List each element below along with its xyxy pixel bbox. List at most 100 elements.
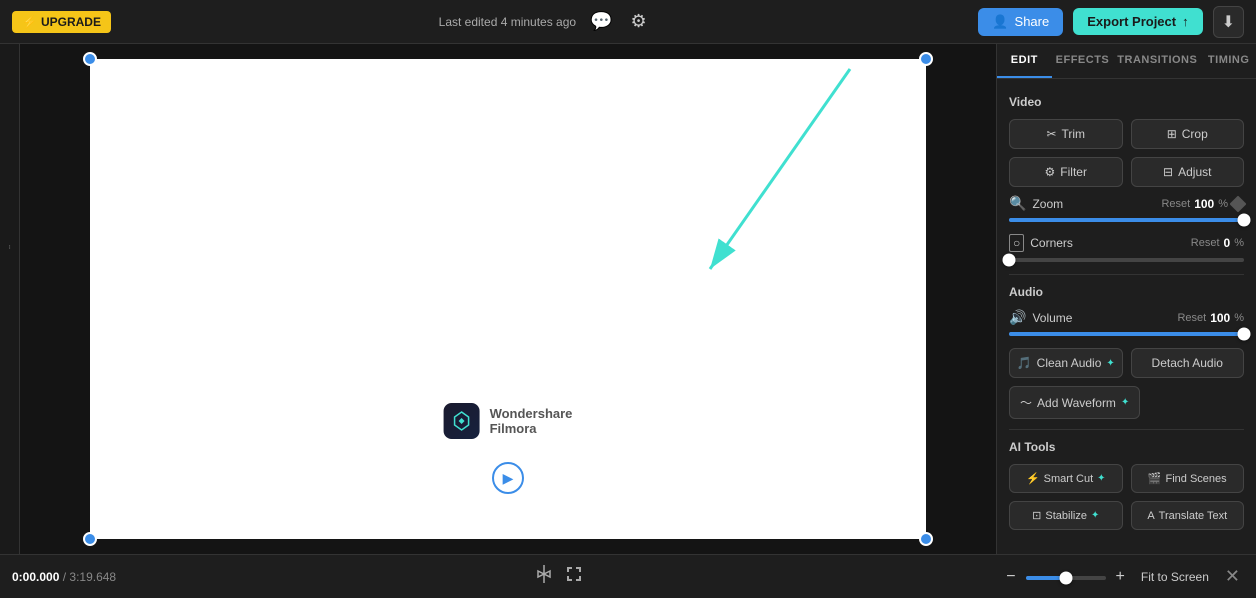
- upgrade-button[interactable]: ⚡ UPGRADE: [12, 11, 111, 33]
- video-section-label: Video: [1009, 95, 1244, 109]
- zoom-reset-link[interactable]: Reset: [1161, 198, 1190, 210]
- volume-track-fill: [1009, 332, 1244, 336]
- time-total: 3:19.648: [69, 570, 116, 584]
- fit-playback-btn[interactable]: [559, 559, 589, 594]
- share-button[interactable]: 👤 Share: [978, 8, 1063, 36]
- find-scenes-button[interactable]: 🎬 Find Scenes: [1131, 464, 1245, 493]
- add-waveform-row: 〜 Add Waveform ✦: [1009, 386, 1244, 419]
- corners-icon: ○: [1009, 234, 1024, 252]
- share-icon: 👤: [992, 14, 1008, 30]
- translate-text-label: Translate Text: [1159, 510, 1227, 522]
- zoom-label: Zoom: [1032, 197, 1063, 211]
- ai-tools-section-label: AI Tools: [1009, 440, 1244, 454]
- audio-special-row: 🎵 Clean Audio ✦ Detach Audio: [1009, 348, 1244, 378]
- ai-tools-row-1: ⚡ Smart Cut ✦ 🎬 Find Scenes: [1009, 464, 1244, 493]
- handle-bottom-left[interactable]: [83, 532, 97, 546]
- smart-cut-label: Smart Cut: [1044, 473, 1094, 485]
- corners-value: 0: [1224, 236, 1231, 250]
- zoom-slider-container: [1026, 574, 1106, 580]
- zoom-unit: %: [1218, 198, 1228, 210]
- add-waveform-button[interactable]: 〜 Add Waveform ✦: [1009, 386, 1140, 419]
- divider-2: [1009, 429, 1244, 430]
- tab-transitions[interactable]: TRANSITIONS: [1113, 44, 1201, 78]
- corners-reset-link[interactable]: Reset: [1191, 237, 1220, 249]
- trim-button[interactable]: ✂ Trim: [1009, 119, 1123, 149]
- zoom-header: 🔍 Zoom Reset 100 %: [1009, 195, 1244, 212]
- download-button[interactable]: ⬇: [1213, 6, 1244, 38]
- clean-audio-button[interactable]: 🎵 Clean Audio ✦: [1009, 348, 1123, 378]
- clean-audio-sparkle: ✦: [1106, 358, 1114, 369]
- zoom-keyframe-btn[interactable]: [1230, 195, 1247, 212]
- corners-header: ○ Corners Reset 0 %: [1009, 234, 1244, 252]
- corners-control: ○ Corners Reset 0 %: [1009, 234, 1244, 262]
- smart-cut-icon: ⚡: [1026, 472, 1040, 485]
- video-btn-row-2: ⚙ Filter ⊟ Adjust: [1009, 157, 1244, 187]
- corners-unit: %: [1234, 237, 1244, 249]
- zoom-thumb[interactable]: [1238, 214, 1251, 227]
- zoom-track[interactable]: [1009, 218, 1244, 222]
- volume-track[interactable]: [1009, 332, 1244, 336]
- chat-button[interactable]: 💬: [586, 7, 616, 36]
- tab-timing[interactable]: TIMING: [1201, 44, 1256, 78]
- volume-header: 🔊 Volume Reset 100 %: [1009, 309, 1244, 326]
- stabilize-button[interactable]: ⊡ Stabilize ✦: [1009, 501, 1123, 530]
- zoom-control: 🔍 Zoom Reset 100 %: [1009, 195, 1244, 222]
- volume-value: 100: [1210, 311, 1230, 325]
- detach-audio-label: Detach Audio: [1152, 356, 1223, 370]
- waveform-icon: 〜: [1020, 394, 1032, 411]
- adjust-icon: ⊟: [1163, 165, 1173, 179]
- fit-to-screen-button[interactable]: Fit to Screen: [1135, 566, 1215, 588]
- stabilize-label: Stabilize: [1045, 510, 1087, 522]
- timeline-zoom-thumb[interactable]: [1059, 571, 1072, 584]
- corners-right: Reset 0 %: [1191, 236, 1244, 250]
- find-scenes-icon: 🎬: [1148, 472, 1162, 485]
- panel-content: Video ✂ Trim ⊞ Crop ⚙ Filter ⊟ Adju: [997, 79, 1256, 550]
- upgrade-label: UPGRADE: [41, 15, 101, 29]
- corners-label-group: ○ Corners: [1009, 234, 1073, 252]
- play-overlay: ▶: [492, 462, 524, 494]
- corners-track[interactable]: [1009, 258, 1244, 262]
- settings-button[interactable]: ⚙: [627, 7, 651, 36]
- upgrade-icon: ⚡: [22, 15, 37, 29]
- last-edited-text: Last edited 4 minutes ago: [439, 15, 576, 29]
- video-btn-row-1: ✂ Trim ⊞ Crop: [1009, 119, 1244, 149]
- handle-top-left[interactable]: [83, 52, 97, 66]
- split-at-playhead-btn[interactable]: [529, 559, 559, 594]
- bottom-bar: 0:00.000 / 3:19.648 − + Fit to Screen ✕: [0, 554, 1256, 598]
- stabilize-sparkle: ✦: [1091, 510, 1099, 521]
- export-label: Export Project: [1087, 14, 1176, 29]
- play-button-overlay[interactable]: ▶: [492, 462, 524, 494]
- export-button[interactable]: Export Project ↑: [1073, 8, 1202, 35]
- divider-1: [1009, 274, 1244, 275]
- trim-label: Trim: [1062, 127, 1086, 141]
- tab-effects[interactable]: EFFECTS: [1052, 44, 1114, 78]
- adjust-button[interactable]: ⊟ Adjust: [1131, 157, 1245, 187]
- volume-reset-link[interactable]: Reset: [1177, 312, 1206, 324]
- zoom-in-btn[interactable]: +: [1112, 564, 1129, 590]
- tab-edit[interactable]: EDIT: [997, 44, 1052, 78]
- filmora-text: Wondershare Filmora: [490, 406, 573, 436]
- corners-label: Corners: [1030, 236, 1073, 250]
- zoom-label-group: 🔍 Zoom: [1009, 195, 1063, 212]
- zoom-value: 100: [1194, 197, 1214, 211]
- translate-text-button[interactable]: A Translate Text: [1131, 501, 1245, 530]
- filter-button[interactable]: ⚙ Filter: [1009, 157, 1123, 187]
- handle-top-right[interactable]: [919, 52, 933, 66]
- corners-thumb[interactable]: [1003, 254, 1016, 267]
- add-waveform-label: Add Waveform: [1037, 396, 1116, 410]
- filmora-watermark: Wondershare Filmora: [444, 403, 573, 439]
- export-icon: ↑: [1182, 14, 1189, 29]
- volume-control: 🔊 Volume Reset 100 %: [1009, 309, 1244, 336]
- handle-bottom-right[interactable]: [919, 532, 933, 546]
- timeline-zoom-track[interactable]: [1026, 576, 1106, 580]
- translate-icon: A: [1147, 510, 1154, 522]
- stabilize-icon: ⊡: [1032, 509, 1041, 522]
- tabs-row: EDIT EFFECTS TRANSITIONS TIMING: [997, 44, 1256, 79]
- adjust-label: Adjust: [1178, 165, 1211, 179]
- smart-cut-button[interactable]: ⚡ Smart Cut ✦: [1009, 464, 1123, 493]
- crop-button[interactable]: ⊞ Crop: [1131, 119, 1245, 149]
- volume-thumb[interactable]: [1238, 328, 1251, 341]
- close-timeline-btn[interactable]: ✕: [1221, 562, 1244, 591]
- zoom-out-btn[interactable]: −: [1002, 564, 1019, 590]
- detach-audio-button[interactable]: Detach Audio: [1131, 348, 1245, 378]
